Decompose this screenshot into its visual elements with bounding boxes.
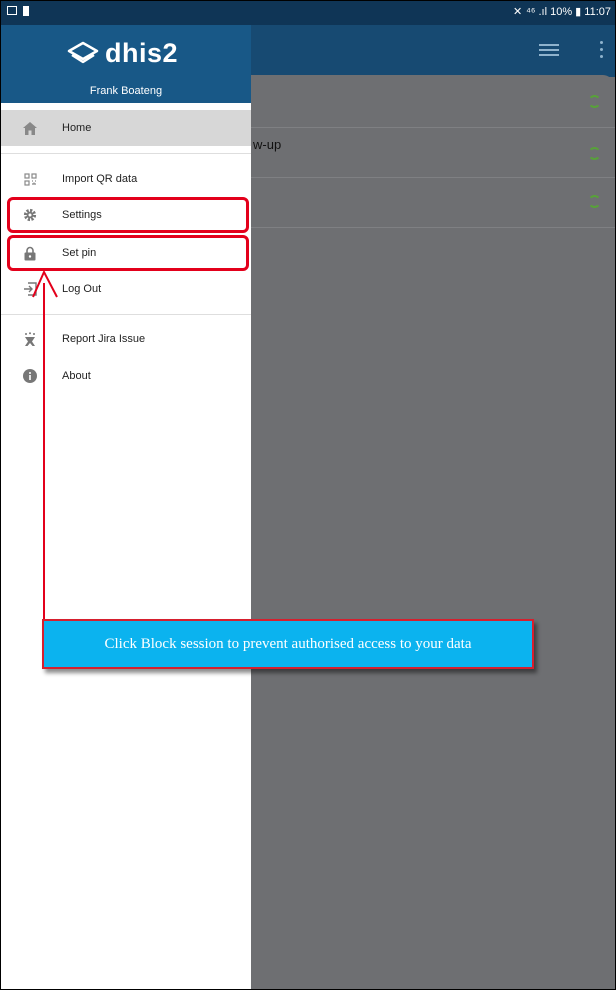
qr-code-icon (23, 172, 37, 186)
user-name: Frank Boateng (89, 85, 163, 97)
settings-highlight-box (7, 197, 249, 233)
drawer-header: dhis2 Frank Boateng (1, 25, 251, 103)
menu-item-label: About (62, 370, 91, 382)
logo-text: dhis2 (105, 38, 179, 68)
home-icon (23, 121, 37, 135)
menu-item-report-jira-issue[interactable]: Report Jira Issue (1, 321, 251, 357)
mute-icon: ✕ (512, 6, 523, 18)
background-row[interactable] (241, 177, 615, 228)
info-icon (23, 369, 37, 383)
more-vert-icon[interactable] (599, 41, 605, 59)
navigation-drawer: dhis2 Frank Boateng Home Import QR data (1, 25, 251, 989)
status-text: ⁴⁶ .ıl 10% ▮ 11:07 (526, 6, 611, 18)
background-row[interactable] (241, 77, 615, 128)
sync-icon (588, 147, 601, 160)
divider (1, 314, 251, 315)
set-pin-highlight-box (7, 235, 249, 271)
sync-icon (588, 195, 601, 208)
annotation-arrow-line (43, 283, 45, 621)
menu-item-about[interactable]: About (1, 358, 251, 394)
background-row[interactable]: w-up (241, 127, 615, 178)
annotation-arrow-head (32, 269, 58, 298)
divider (1, 153, 251, 154)
annotation-note-text: Click Block session to prevent authorise… (104, 635, 472, 652)
filter-icon[interactable] (539, 41, 559, 59)
screenshot-frame: ✕ ⁴⁶ .ıl 10% ▮ 11:07 w-up dhis2 Frank Bo… (0, 0, 616, 990)
image-notification-icon (7, 6, 17, 15)
annotation-note: Click Block session to prevent authorise… (42, 619, 534, 669)
battery-notification-icon (23, 6, 29, 16)
dhis2-logo-icon (67, 41, 99, 63)
menu-item-import-qr-data[interactable]: Import QR data (1, 161, 251, 197)
menu-item-label: Log Out (62, 283, 102, 295)
sync-icon (588, 95, 601, 108)
bug-icon (23, 331, 37, 346)
menu-item-home[interactable]: Home (1, 110, 251, 146)
menu-item-label: Home (62, 122, 92, 134)
menu-item-label: Import QR data (62, 173, 138, 185)
status-bar: ✕ ⁴⁶ .ıl 10% ▮ 11:07 (1, 1, 615, 25)
menu-item-label: Report Jira Issue (62, 333, 146, 345)
dhis2-logo: dhis2 (67, 38, 178, 69)
